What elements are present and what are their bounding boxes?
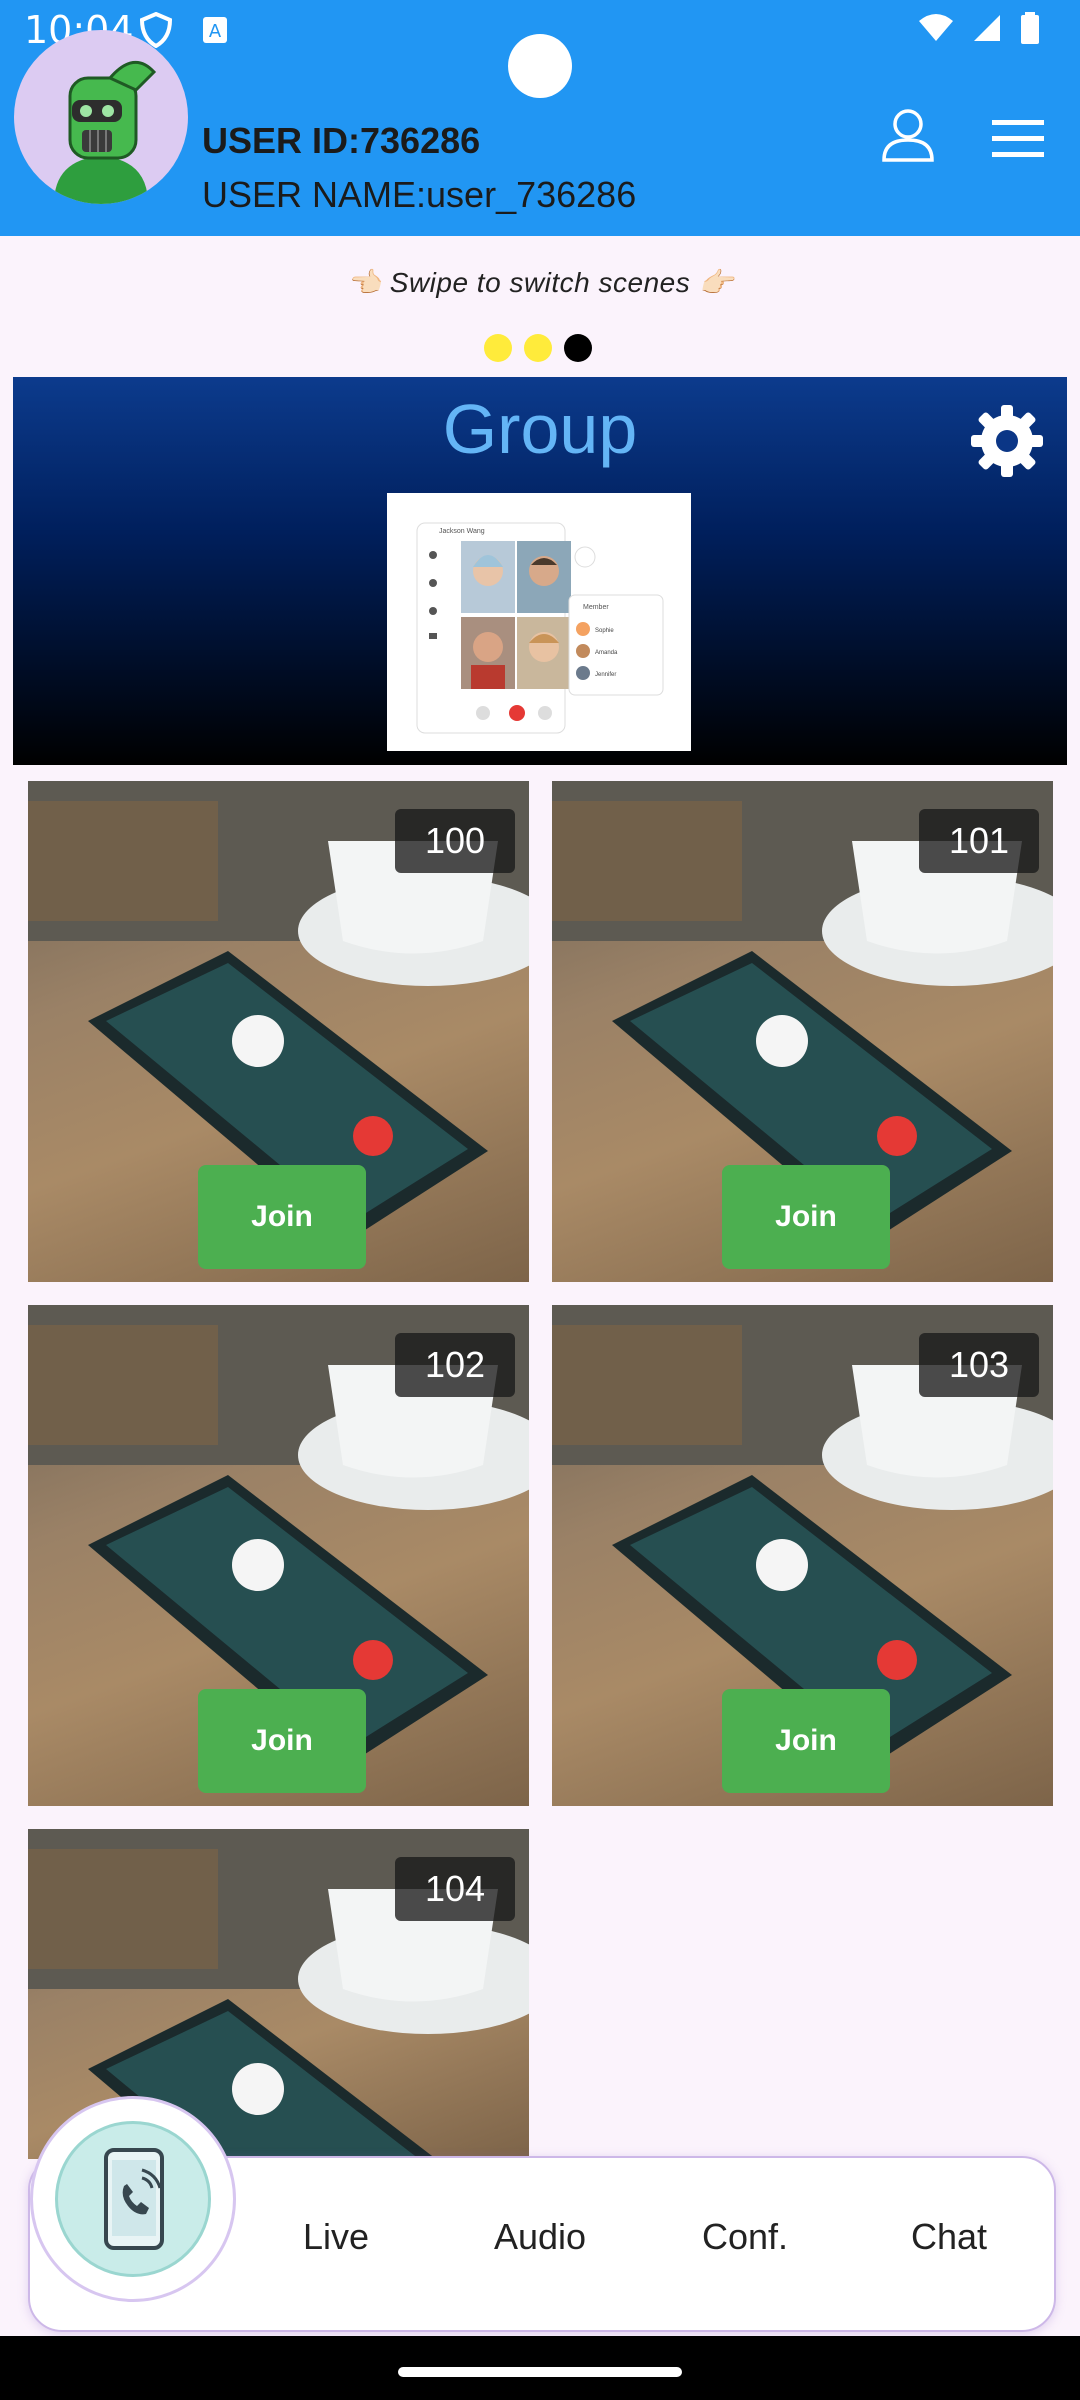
- banner-title: Group: [442, 390, 638, 468]
- svg-text:A: A: [209, 21, 222, 42]
- phone-call-icon: [55, 2121, 211, 2277]
- wifi-icon: [919, 14, 953, 41]
- member-name: Amanda: [595, 650, 618, 656]
- camera-cutout: [508, 34, 572, 98]
- members-label: Member: [583, 604, 609, 611]
- room-card[interactable]: 102 Join: [28, 1305, 529, 1806]
- page-dot-active[interactable]: [564, 334, 592, 362]
- room-card[interactable]: 101 Join: [552, 781, 1053, 1282]
- nav-call-home-button[interactable]: [30, 2096, 236, 2302]
- join-button[interactable]: Join: [722, 1689, 890, 1793]
- member-name: Jennifer: [595, 672, 616, 678]
- room-number-badge: 101: [919, 809, 1039, 873]
- join-button[interactable]: Join: [198, 1165, 366, 1269]
- nav-chat[interactable]: Chat: [864, 2216, 1034, 2258]
- user-id-label: USER ID:736286: [202, 120, 481, 161]
- room-number-badge: 102: [395, 1333, 515, 1397]
- robot-avatar-icon: [54, 61, 157, 204]
- nav-live[interactable]: Live: [251, 2216, 421, 2258]
- keyboard-a-icon: A: [203, 17, 227, 43]
- gear-icon[interactable]: [969, 403, 1045, 479]
- signal-icon: [974, 15, 1000, 41]
- avatar[interactable]: [14, 30, 188, 204]
- room-number-badge: 103: [919, 1333, 1039, 1397]
- nav-audio[interactable]: Audio: [455, 2216, 625, 2258]
- profile-icon[interactable]: [880, 106, 936, 162]
- join-button[interactable]: Join: [198, 1689, 366, 1793]
- page-indicator[interactable]: [484, 334, 592, 362]
- join-button[interactable]: Join: [722, 1165, 890, 1269]
- room-card[interactable]: 100 Join: [28, 781, 529, 1282]
- nav-conference[interactable]: Conf.: [660, 2216, 830, 2258]
- room-number-badge: 104: [395, 1857, 515, 1921]
- room-number-badge: 100: [395, 809, 515, 873]
- group-call-preview-image: Jackson Wang Member Sophie Amanda Jennif…: [387, 493, 691, 751]
- status-icons: [918, 12, 1040, 44]
- group-banner[interactable]: Group Jackson Wang Member Sophie Amanda …: [13, 377, 1067, 765]
- battery-icon: [1021, 12, 1039, 44]
- member-name: Sophie: [595, 628, 614, 634]
- menu-icon[interactable]: [990, 116, 1046, 162]
- swipe-hint: 👈🏻 Swipe to switch scenes 👉🏻: [346, 267, 734, 298]
- home-gesture-handle[interactable]: [398, 2367, 682, 2377]
- preview-caption: Jackson Wang: [439, 528, 485, 535]
- page-dot[interactable]: [484, 334, 512, 362]
- app-bar: 10:04 A USER ID:736286 USER NAME:user_73…: [0, 0, 1080, 236]
- page-dot[interactable]: [524, 334, 552, 362]
- user-name-label: USER NAME:user_736286: [202, 174, 637, 215]
- room-card[interactable]: 103 Join: [552, 1305, 1053, 1806]
